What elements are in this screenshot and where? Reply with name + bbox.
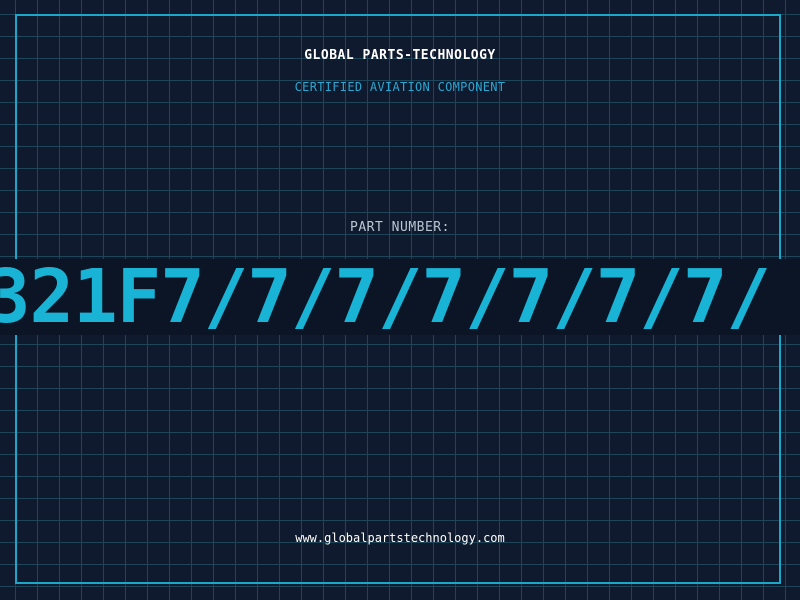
website-url: www.globalpartstechnology.com: [295, 531, 505, 545]
part-number-band: 321F7/7/7/7/7/7/7/: [0, 259, 800, 335]
certificate-page: GLOBAL PARTS-TECHNOLOGY CERTIFIED AVIATI…: [0, 0, 800, 600]
part-number-label: PART NUMBER:: [350, 220, 450, 235]
company-name: GLOBAL PARTS-TECHNOLOGY: [304, 48, 496, 63]
part-number-value: 321F7/7/7/7/7/7/7/: [0, 259, 771, 335]
certification-subtitle: CERTIFIED AVIATION COMPONENT: [294, 80, 506, 94]
